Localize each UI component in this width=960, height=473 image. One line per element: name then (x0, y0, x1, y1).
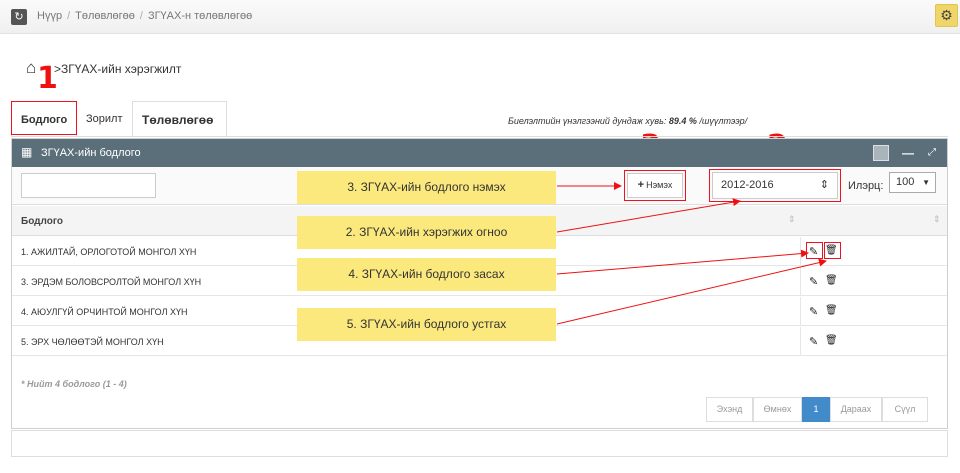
arrow-date (556, 198, 741, 233)
annotation-arrows (556, 182, 827, 325)
arrow-edit (556, 249, 809, 275)
